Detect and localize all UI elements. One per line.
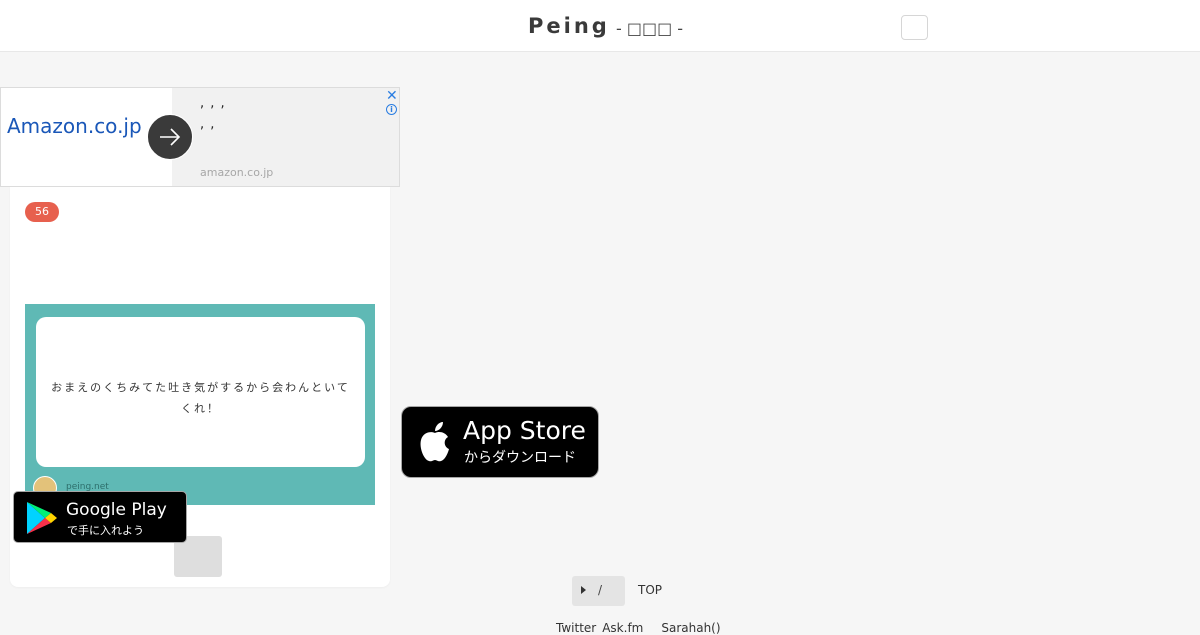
- footer-link-twitter[interactable]: Twitter: [556, 621, 596, 635]
- ad-banner[interactable]: Amazon.co.jp , , , , , amazon.co.jp ✕ i: [0, 87, 400, 187]
- app-store-badge[interactable]: App Store からダウンロード: [401, 406, 599, 478]
- header-menu-button[interactable]: [901, 15, 928, 40]
- site-logo[interactable]: Peing: [528, 14, 610, 38]
- app-store-subtitle: からダウンロード: [464, 450, 576, 466]
- caret-right-icon: [581, 586, 586, 594]
- answer-count-badge: 56: [25, 202, 59, 222]
- site-subtitle: - □□□ -: [616, 19, 684, 38]
- apple-icon: [420, 422, 449, 462]
- google-play-title: Google Play: [66, 500, 167, 520]
- app-store-title: App Store: [463, 416, 586, 445]
- google-play-subtitle: で手に入れよう: [67, 524, 144, 537]
- language-value: /: [598, 583, 603, 597]
- ad-brand-link[interactable]: Amazon.co.jp: [7, 114, 142, 138]
- ad-headline: , , ,: [200, 96, 226, 111]
- info-icon[interactable]: i: [386, 104, 397, 115]
- ad-description: , ,: [200, 117, 216, 132]
- question-text: おまえのくちみてた吐き気がするから会わんといてくれ！: [51, 381, 350, 415]
- close-icon[interactable]: ✕: [386, 88, 398, 104]
- language-select[interactable]: /: [572, 576, 625, 606]
- footer-links: Twitter Ask.fm Sarahah(): [556, 621, 727, 635]
- question-box: おまえのくちみてた吐き気がするから会わんといてくれ！: [36, 317, 365, 467]
- top-header: Peing - □□□ -: [0, 0, 1200, 52]
- ad-domain: amazon.co.jp: [200, 166, 274, 179]
- google-play-badge[interactable]: Google Play で手に入れよう: [13, 491, 187, 543]
- footer-link-askfm[interactable]: Ask.fm: [602, 621, 643, 635]
- arrow-right-icon[interactable]: [147, 114, 193, 160]
- question-image: おまえのくちみてた吐き気がするから会わんといてくれ！ peing.net: [25, 304, 375, 505]
- footer-link-sarahah[interactable]: Sarahah(): [661, 621, 720, 635]
- google-play-icon: [27, 502, 57, 534]
- top-link[interactable]: TOP: [638, 583, 662, 597]
